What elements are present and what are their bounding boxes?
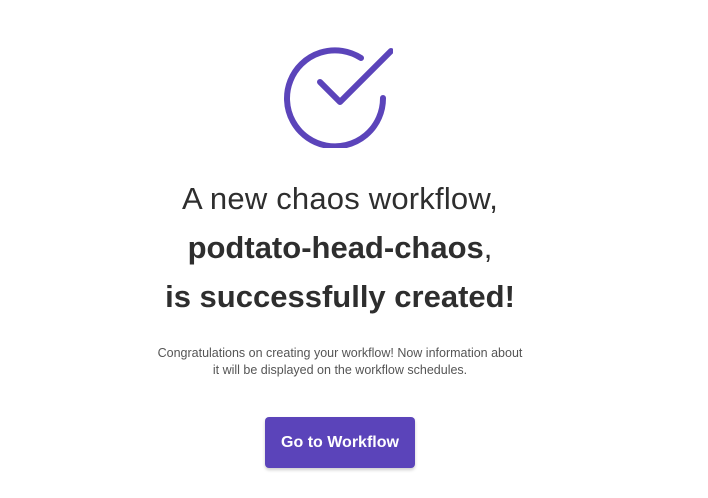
heading-workflow-name-line: podtato-head-chaos, — [0, 230, 680, 266]
heading-line-1: A new chaos workflow, — [181, 181, 499, 216]
message-line-2: it will be displayed on the workflow sch… — [212, 363, 468, 377]
heading-line-3: is successfully created! — [165, 279, 515, 314]
success-page: A new chaos workflow, podtato-head-chaos… — [0, 0, 708, 498]
check-circle-icon — [284, 47, 393, 148]
message-line-1: Congratulations on creating your workflo… — [157, 346, 523, 360]
go-to-workflow-button[interactable]: Go to Workflow — [265, 417, 415, 468]
congratulations-message: Congratulations on creating your workflo… — [0, 345, 680, 379]
workflow-name: podtato-head-chaos — [187, 230, 484, 265]
go-to-workflow-button-label: Go to Workflow — [281, 433, 399, 451]
workflow-name-comma: , — [483, 230, 493, 265]
